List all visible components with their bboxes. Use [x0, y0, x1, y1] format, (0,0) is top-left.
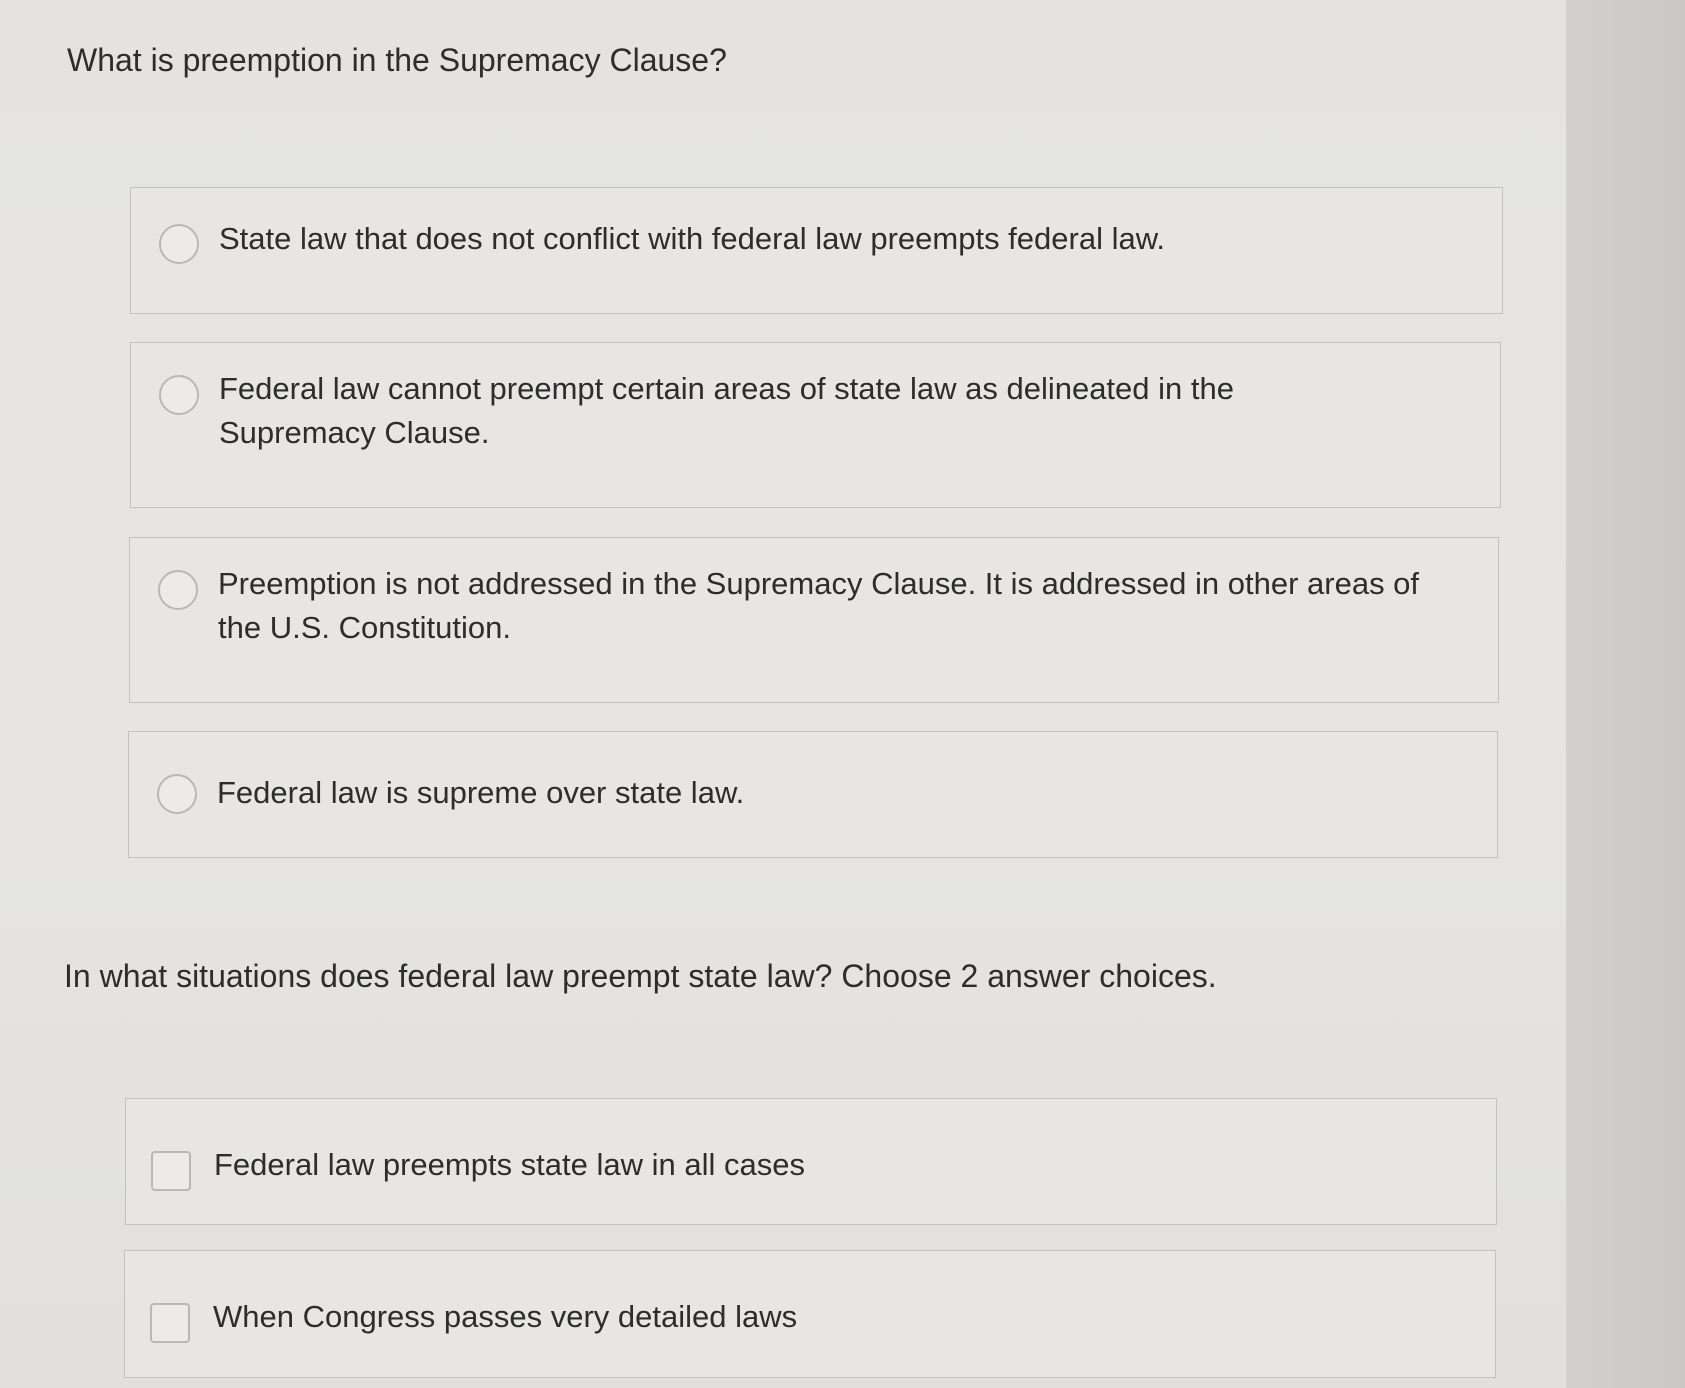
radio-button[interactable]: [157, 774, 197, 814]
question-2-option-2[interactable]: When Congress passes very detailed laws: [124, 1250, 1496, 1378]
question-1-option-3[interactable]: Preemption is not addressed in the Supre…: [129, 537, 1499, 703]
option-label: State law that does not conflict with fe…: [219, 221, 1165, 256]
checkbox[interactable]: [151, 1151, 191, 1191]
radio-button[interactable]: [158, 570, 198, 610]
radio-button[interactable]: [159, 224, 199, 264]
question-2-title: In what situations does federal law pree…: [64, 958, 1217, 994]
question-2-option-1[interactable]: Federal law preempts state law in all ca…: [125, 1098, 1497, 1225]
option-label: Federal law preempts state law in all ca…: [214, 1147, 805, 1182]
question-1-option-2[interactable]: Federal law cannot preempt certain areas…: [130, 342, 1501, 508]
question-1-option-4[interactable]: Federal law is supreme over state law.: [128, 731, 1498, 858]
screen-edge: [1566, 0, 1685, 1388]
question-1-option-1[interactable]: State law that does not conflict with fe…: [130, 187, 1503, 314]
checkbox[interactable]: [150, 1303, 190, 1343]
option-label: Federal law is supreme over state law.: [217, 775, 745, 810]
option-label: When Congress passes very detailed laws: [213, 1299, 798, 1334]
option-label: Federal law cannot preempt certain areas…: [219, 371, 1234, 450]
quiz-page: What is preemption in the Supremacy Clau…: [0, 0, 1566, 1388]
question-1-title: What is preemption in the Supremacy Clau…: [67, 42, 727, 78]
option-label: Preemption is not addressed in the Supre…: [218, 566, 1420, 645]
radio-button[interactable]: [159, 375, 199, 415]
